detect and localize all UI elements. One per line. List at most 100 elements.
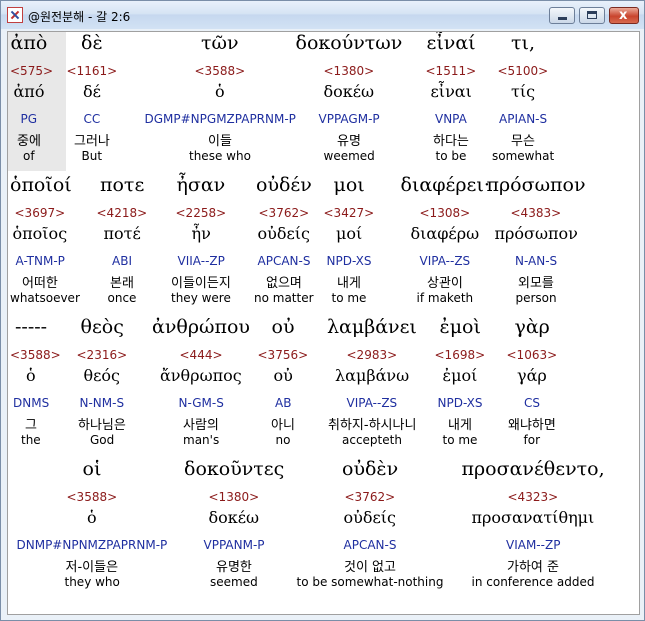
word-parse: NPD-XS (437, 396, 483, 410)
word-lemma: ὁποῖος (12, 224, 68, 243)
word-greek[interactable]: τῶν (201, 32, 239, 54)
word-strong[interactable]: <1698> (435, 348, 486, 362)
word-parse: AB (275, 396, 292, 410)
word-parse: A-TNM-P (15, 254, 65, 268)
word-english: they were (171, 291, 231, 305)
word-english: they who (64, 575, 120, 589)
word-strong[interactable]: <2316> (77, 348, 128, 362)
word-lemma: ἀπό (13, 82, 45, 101)
word-greek[interactable]: διαφέρει· (401, 174, 490, 196)
word-english: God (90, 433, 115, 447)
word-korean: 하나님은 (78, 418, 126, 433)
close-button[interactable]: x (609, 7, 639, 24)
word-strong[interactable]: <1380> (209, 490, 260, 504)
word-lemma: ποτέ (103, 224, 141, 243)
word-greek[interactable]: θεὸς (81, 316, 124, 338)
word-korean: 아니 (271, 418, 295, 433)
word-parse: DNMS (13, 396, 50, 410)
word-greek[interactable]: λαμβάνει (327, 316, 417, 338)
word-english: to me (331, 291, 367, 305)
word-greek[interactable]: ὁποῖοί (10, 174, 72, 196)
word-english: no (275, 433, 291, 447)
word-greek[interactable]: γὰρ (515, 316, 550, 338)
word-lemma: ὁ (26, 366, 36, 385)
maximize-button[interactable] (579, 7, 605, 24)
word-strong[interactable]: <1511> (426, 64, 477, 78)
word-greek[interactable]: δοκοῦντες (184, 458, 284, 480)
word-greek[interactable]: ἀνθρώπου (152, 316, 250, 338)
word-english: whatsoever (10, 291, 80, 305)
word-strong[interactable]: <1161> (67, 64, 118, 78)
minimize-icon (558, 17, 567, 20)
app-window: @원전분해 - 갈 2:6 x ἀπὸ <575> ἀπό PG 중에 of δὲ <1161… (0, 0, 645, 621)
minimize-button[interactable] (549, 7, 575, 24)
word-english: in conference added (471, 575, 595, 589)
word-lemma: γάρ (517, 366, 547, 385)
word-strong[interactable]: <2258> (176, 206, 227, 220)
word-greek[interactable]: δοκούντων (296, 32, 403, 54)
word-korean: 중에 (17, 134, 41, 149)
word-greek[interactable]: δὲ (81, 32, 103, 54)
word-parse: PG (20, 112, 38, 126)
word-english: to be somewhat-nothing (296, 575, 444, 589)
word-greek[interactable]: ἐμοὶ (440, 316, 481, 338)
word-lemma: δοκέω (208, 508, 260, 527)
word-greek[interactable]: πρόσωπον (487, 174, 586, 196)
app-icon[interactable] (7, 7, 23, 23)
word-korean: 이들이든지 (171, 276, 231, 291)
word-english: person (515, 291, 557, 305)
close-icon: x (619, 8, 628, 23)
word-strong[interactable]: <5100> (498, 64, 549, 78)
word-greek[interactable]: οὐδέν (256, 174, 312, 196)
word-lemma: ἦν (191, 224, 211, 243)
word-lemma: ὁ (215, 82, 225, 101)
word-lemma: πρόσωπον (494, 224, 578, 243)
word-greek[interactable]: οὐδὲν (342, 458, 398, 480)
word-strong[interactable]: <1380> (324, 64, 375, 78)
word-lemma: δέ (83, 82, 101, 101)
word-korean: 그 (25, 418, 37, 433)
word-strong[interactable]: <3588> (67, 490, 118, 504)
word-strong[interactable]: <4218> (97, 206, 148, 220)
word-greek[interactable]: οὐ (272, 316, 295, 338)
word-korean: 사람의 (183, 418, 219, 433)
word-korean: 것이 없고 (344, 560, 396, 575)
word-greek[interactable]: μοι (334, 174, 365, 196)
word-greek[interactable]: προσανέθεντο, (462, 458, 605, 480)
word-strong[interactable]: <3756> (258, 348, 309, 362)
word-strong[interactable]: <1063> (507, 348, 558, 362)
word-greek[interactable]: εἶναί (427, 32, 476, 54)
word-parse: NPD-XS (326, 254, 372, 268)
word-strong[interactable]: <3762> (345, 490, 396, 504)
word-strong[interactable]: <2983> (347, 348, 398, 362)
word-greek[interactable]: ἦσαν (177, 174, 226, 196)
word-greek[interactable]: ποτε (100, 174, 144, 196)
word-korean: 무슨 (511, 134, 535, 149)
word-english: somewhat (492, 149, 555, 163)
word-greek[interactable]: τι, (511, 32, 535, 54)
word-english: accepteth (342, 433, 402, 447)
word-strong[interactable]: <4383> (511, 206, 562, 220)
word-parse: APCAN-S (257, 254, 311, 268)
word-parse: CC (83, 112, 101, 126)
word-strong[interactable]: <3697> (15, 206, 66, 220)
word-lemma: μοί (336, 224, 363, 243)
word-strong[interactable]: <444> (180, 348, 223, 362)
word-strong[interactable]: <1308> (420, 206, 471, 220)
word-strong[interactable]: <3427> (324, 206, 375, 220)
title-bar[interactable]: @원전분해 - 갈 2:6 x (1, 1, 644, 29)
word-strong[interactable]: <3588> (195, 64, 246, 78)
word-strong[interactable]: <4323> (508, 490, 559, 504)
word-korean: 유명 (337, 134, 361, 149)
interlinear-panel[interactable]: ἀπὸ <575> ἀπό PG 중에 of δὲ <1161> δέ CC 그러나 But τῶν <3… (7, 31, 640, 615)
word-strong[interactable]: <575> (10, 64, 53, 78)
word-strong[interactable]: <3762> (259, 206, 310, 220)
word-english: to be (435, 149, 467, 163)
word-strong[interactable]: <3588> (10, 348, 61, 362)
word-greek[interactable]: ἀπὸ (11, 32, 48, 54)
word-greek[interactable]: οἱ (83, 458, 102, 480)
word-korean: 취하지-하시나니 (328, 418, 417, 433)
word-parse: N-GM-S (178, 396, 224, 410)
word-korean: 내게 (448, 418, 472, 433)
word-greek[interactable]: ----- (15, 316, 47, 338)
